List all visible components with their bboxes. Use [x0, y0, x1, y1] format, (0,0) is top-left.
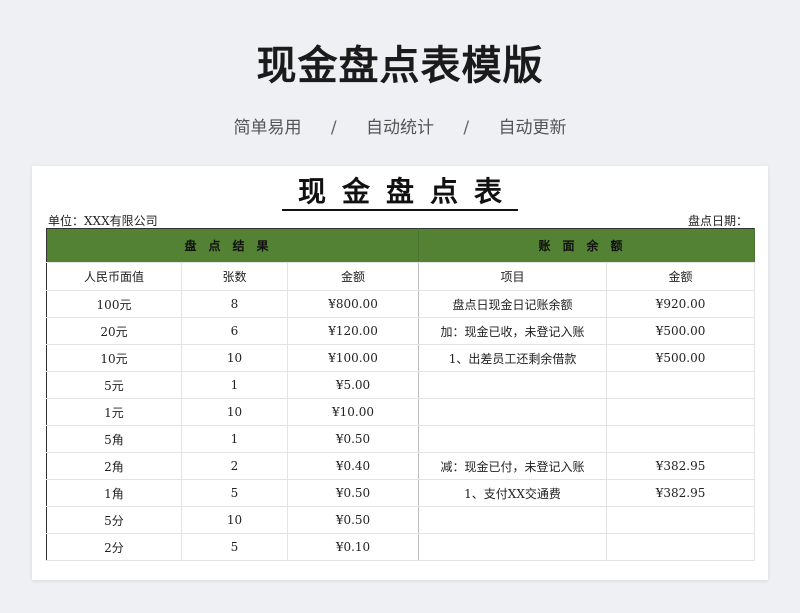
- cash-count-table: 盘点结果 账面余额 人民币面值 张数 金额 项目 金额 100元 8 ¥800.00…: [46, 228, 756, 561]
- denomination-cell[interactable]: 100元: [46, 290, 182, 318]
- table-row: 1角 5 ¥0.50 1、支付XX交通费 ¥382.95: [46, 479, 756, 507]
- amount-cell[interactable]: ¥120.00: [287, 317, 420, 345]
- amount-cell[interactable]: ¥800.00: [287, 290, 420, 318]
- count-cell[interactable]: 10: [181, 398, 288, 426]
- denomination-cell[interactable]: 5角: [46, 425, 182, 453]
- amount-cell[interactable]: ¥0.10: [287, 533, 420, 561]
- table-row: 20元 6 ¥120.00 加：现金已收，未登记入账 ¥500.00: [46, 317, 756, 345]
- sheet-title: 现金盘点表: [32, 175, 768, 211]
- unit-label: 单位：XXX有限公司: [48, 214, 158, 228]
- item-cell[interactable]: 加：现金已收，未登记入账: [418, 317, 608, 345]
- sheet-title-text: 现金盘点表: [281, 175, 518, 211]
- count-cell[interactable]: 5: [181, 533, 288, 561]
- amount-cell[interactable]: ¥10.00: [287, 398, 420, 426]
- count-cell[interactable]: 1: [181, 425, 288, 453]
- denomination-cell[interactable]: 5元: [46, 371, 182, 399]
- item-cell[interactable]: [418, 506, 608, 534]
- amount-cell[interactable]: ¥100.00: [287, 344, 420, 372]
- amount-cell[interactable]: ¥0.50: [287, 425, 420, 453]
- column-header: 金额: [287, 262, 420, 291]
- feature-1: 简单易用: [233, 118, 302, 138]
- feature-tagline: 简单易用 / 自动统计 / 自动更新: [0, 113, 800, 138]
- denomination-cell[interactable]: 20元: [46, 317, 182, 345]
- section-header-row: 盘点结果 账面余额: [46, 228, 756, 263]
- date-label: 盘点日期：: [687, 214, 748, 228]
- column-header: 金额: [606, 262, 756, 291]
- amount-cell[interactable]: ¥0.40: [287, 452, 420, 480]
- denomination-cell[interactable]: 5分: [46, 506, 182, 534]
- amount-cell[interactable]: ¥0.50: [287, 506, 420, 534]
- count-cell[interactable]: 10: [181, 344, 288, 372]
- denomination-cell[interactable]: 1角: [46, 479, 182, 507]
- count-cell[interactable]: 2: [181, 452, 288, 480]
- section-book-balance: 账面余额: [418, 228, 756, 263]
- count-cell[interactable]: 10: [181, 506, 288, 534]
- column-header: 项目: [418, 262, 608, 291]
- denomination-cell[interactable]: 10元: [46, 344, 182, 372]
- item-cell[interactable]: 1、支付XX交通费: [418, 479, 608, 507]
- separator: /: [463, 118, 470, 138]
- item-amount-cell[interactable]: ¥920.00: [606, 290, 756, 318]
- column-header: 张数: [181, 262, 288, 291]
- table-row: 5元 1 ¥5.00: [46, 371, 756, 399]
- item-amount-cell[interactable]: ¥382.95: [606, 479, 756, 507]
- table-row: 5角 1 ¥0.50: [46, 425, 756, 453]
- table-row: 100元 8 ¥800.00 盘点日现金日记账余额 ¥920.00: [46, 290, 756, 318]
- denomination-cell[interactable]: 1元: [46, 398, 182, 426]
- item-amount-cell[interactable]: [606, 533, 756, 561]
- table-row: 2分 5 ¥0.10: [46, 533, 756, 561]
- spreadsheet-preview: 现金盘点表 单位：XXX有限公司 盘点日期： 盘点结果 账面余额 人民币面值 张…: [32, 166, 768, 580]
- item-cell[interactable]: 盘点日现金日记账余额: [418, 290, 608, 318]
- count-cell[interactable]: 8: [181, 290, 288, 318]
- count-cell[interactable]: 5: [181, 479, 288, 507]
- item-amount-cell[interactable]: ¥500.00: [606, 317, 756, 345]
- item-amount-cell[interactable]: [606, 371, 756, 399]
- item-amount-cell[interactable]: [606, 425, 756, 453]
- item-cell[interactable]: 1、出差员工还剩余借款: [418, 344, 608, 372]
- amount-cell[interactable]: ¥0.50: [287, 479, 420, 507]
- separator: /: [330, 118, 337, 138]
- count-cell[interactable]: 6: [181, 317, 288, 345]
- denomination-cell[interactable]: 2分: [46, 533, 182, 561]
- column-header: 人民币面值: [46, 262, 182, 291]
- item-amount-cell[interactable]: ¥500.00: [606, 344, 756, 372]
- feature-2: 自动统计: [366, 118, 434, 138]
- amount-cell[interactable]: ¥5.00: [287, 371, 420, 399]
- feature-3: 自动更新: [498, 118, 567, 138]
- item-cell[interactable]: [418, 371, 608, 399]
- count-cell[interactable]: 1: [181, 371, 288, 399]
- item-cell[interactable]: [418, 398, 608, 426]
- table-row: 10元 10 ¥100.00 1、出差员工还剩余借款 ¥500.00: [46, 344, 756, 372]
- table-row: 1元 10 ¥10.00: [46, 398, 756, 426]
- table-row: 5分 10 ¥0.50: [46, 506, 756, 534]
- section-count-result: 盘点结果: [46, 228, 420, 263]
- column-header-row: 人民币面值 张数 金额 项目 金额: [46, 262, 756, 291]
- item-amount-cell[interactable]: [606, 398, 756, 426]
- table-row: 2角 2 ¥0.40 减：现金已付，未登记入账 ¥382.95: [46, 452, 756, 480]
- item-cell[interactable]: [418, 533, 608, 561]
- item-amount-cell[interactable]: [606, 506, 756, 534]
- item-cell[interactable]: 减：现金已付，未登记入账: [418, 452, 608, 480]
- denomination-cell[interactable]: 2角: [46, 452, 182, 480]
- item-cell[interactable]: [418, 425, 608, 453]
- page-title: 现金盘点表模版: [256, 43, 544, 89]
- item-amount-cell[interactable]: ¥382.95: [606, 452, 756, 480]
